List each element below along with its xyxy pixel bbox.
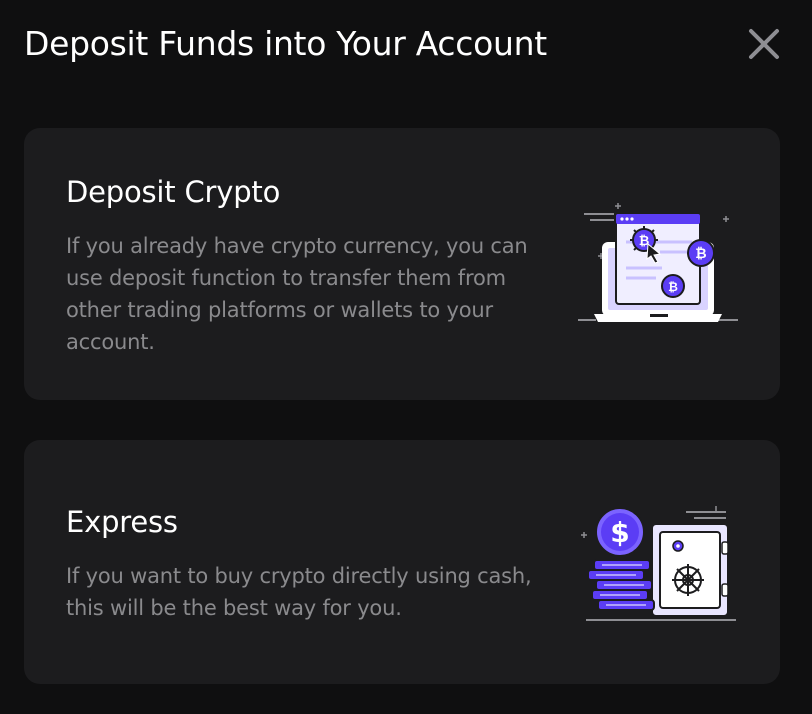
coins-safe-icon: $ xyxy=(581,506,736,621)
close-button[interactable] xyxy=(744,24,784,64)
laptop-bitcoin-icon: ₿ ₿ ₿ xyxy=(578,203,738,322)
svg-text:₿: ₿ xyxy=(668,280,678,294)
svg-text:₿: ₿ xyxy=(695,246,706,262)
deposit-crypto-card[interactable]: Deposit Crypto If you already have crypt… xyxy=(24,128,780,400)
deposit-crypto-title: Deposit Crypto xyxy=(66,175,281,209)
deposit-crypto-description: If you already have crypto currency, you… xyxy=(66,234,528,354)
express-card[interactable]: Express If you want to buy crypto direct… xyxy=(24,440,780,684)
express-title: Express xyxy=(66,505,178,539)
svg-text:$: $ xyxy=(610,516,629,549)
deposit-modal: Deposit Funds into Your Account Deposit … xyxy=(0,0,812,714)
modal-title: Deposit Funds into Your Account xyxy=(24,24,547,63)
close-icon xyxy=(749,29,779,59)
express-description: If you want to buy crypto directly using… xyxy=(66,564,532,620)
